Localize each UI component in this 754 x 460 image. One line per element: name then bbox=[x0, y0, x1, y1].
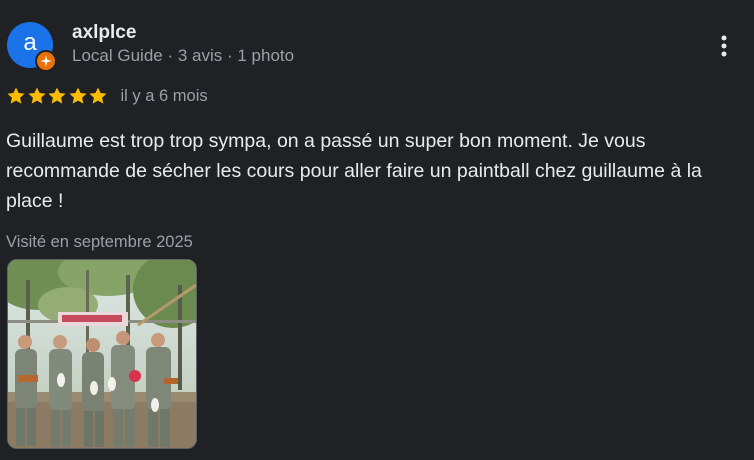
avatar-letter: a bbox=[23, 29, 37, 56]
review-photo[interactable] bbox=[7, 259, 197, 449]
star-icon bbox=[48, 87, 66, 104]
author-meta: Local Guide · 3 avis · 1 photo bbox=[72, 46, 295, 65]
more-vert-icon bbox=[721, 35, 727, 57]
star-icon bbox=[89, 87, 107, 104]
author-info: axlplce Local Guide · 3 avis · 1 photo bbox=[72, 22, 294, 67]
local-guide-badge-icon bbox=[35, 50, 57, 72]
review-text: Guillaume est trop trop sympa, on a pass… bbox=[6, 130, 702, 212]
rating-row: il y a 6 mois bbox=[6, 86, 208, 106]
more-options-button[interactable] bbox=[710, 28, 738, 64]
review-photo-image bbox=[8, 260, 196, 448]
star-icon bbox=[68, 87, 87, 104]
visited-date: Visité en septembre 2025 bbox=[6, 233, 193, 251]
star-rating bbox=[6, 86, 109, 106]
star-icon bbox=[27, 87, 46, 104]
author-name[interactable]: axlplce bbox=[72, 22, 294, 44]
star-icon bbox=[7, 87, 25, 104]
avatar[interactable]: a bbox=[7, 22, 57, 72]
review-date: il y a 6 mois bbox=[120, 86, 208, 105]
